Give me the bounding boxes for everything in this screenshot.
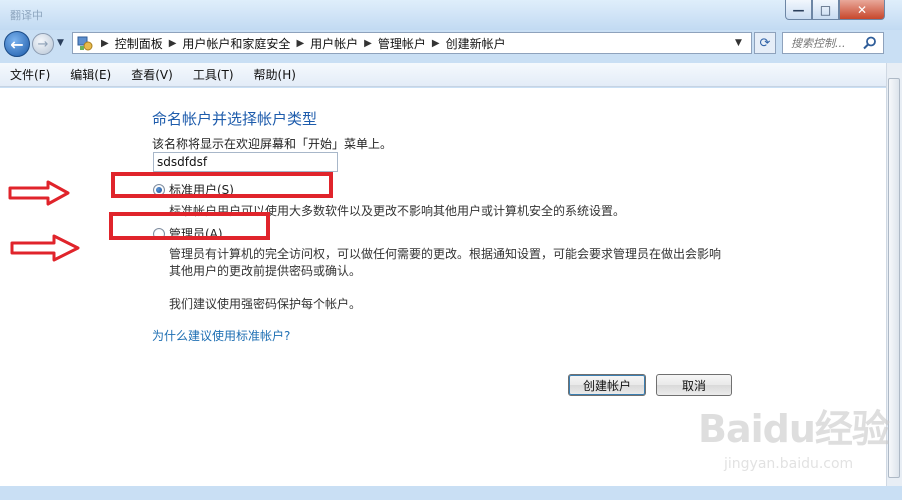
minimize-button[interactable]: — (785, 0, 812, 20)
menu-file[interactable]: 文件(F) (0, 66, 60, 83)
breadcrumb-manage-accounts[interactable]: 管理帐户 (378, 35, 426, 52)
administrator-description-line1: 管理员有计算机的完全访问权，可以做任何需要的更改。根据通知设置，可能会要求管理员… (169, 247, 722, 261)
create-account-button[interactable]: 创建帐户 (568, 374, 646, 396)
menu-edit[interactable]: 编辑(E) (60, 66, 121, 83)
title-bar (0, 0, 902, 30)
breadcrumb-control-panel[interactable]: 控制面板 (115, 35, 163, 52)
close-button[interactable]: ✕ (839, 0, 885, 20)
window-title: 翻译中 (10, 9, 43, 22)
menu-bar: 文件(F) 编辑(E) 查看(V) 工具(T) 帮助(H) (0, 63, 886, 87)
watermark-url: jingyan.baidu.com (724, 456, 854, 472)
annotation-box-standard (111, 172, 333, 198)
administrator-description-line2: 其他用户的更改前提供密码或确认。 (169, 264, 362, 278)
breadcrumb-user-accounts-family[interactable]: 用户帐户和家庭安全 (182, 35, 290, 52)
watermark: Baidu经验 jingyan.baidu.com (690, 398, 890, 488)
page-title: 命名帐户并选择帐户类型 (152, 110, 318, 128)
scrollbar-thumb[interactable] (888, 78, 900, 478)
recent-pages-chevron-icon[interactable]: ▼ (57, 38, 64, 48)
breadcrumb-create-account[interactable]: 创建新帐户 (446, 35, 506, 52)
breadcrumb-separator-icon: ▶ (364, 37, 372, 49)
menu-tools[interactable]: 工具(T) (183, 66, 244, 83)
maximize-button[interactable]: □ (812, 0, 839, 20)
name-description: 该名称将显示在欢迎屏幕和「开始」菜单上。 (152, 137, 393, 151)
breadcrumb-separator-icon: ▶ (101, 37, 109, 49)
address-bar[interactable]: ▶ 控制面板 ▶ 用户帐户和家庭安全 ▶ 用户帐户 ▶ 管理帐户 ▶ 创建新帐户 (72, 32, 752, 54)
breadcrumb-separator-icon: ▶ (296, 37, 305, 49)
cancel-button[interactable]: 取消 (656, 374, 732, 396)
window-bottom-border (0, 486, 902, 500)
refresh-icon[interactable]: ⟳ (754, 32, 776, 54)
address-dropdown-chevron-icon[interactable]: ▼ (735, 38, 742, 48)
menu-view[interactable]: 查看(V) (121, 66, 183, 83)
breadcrumb-separator-icon: ▶ (168, 37, 177, 49)
why-standard-account-link[interactable]: 为什么建议使用标准帐户? (152, 327, 290, 344)
annotation-arrow-icon (10, 234, 80, 262)
account-name-input[interactable] (153, 152, 338, 172)
control-panel-icon (75, 33, 95, 53)
annotation-arrow-icon (8, 180, 70, 206)
search-input[interactable] (791, 36, 861, 50)
forward-button[interactable]: → (32, 33, 54, 55)
breadcrumb-user-accounts[interactable]: 用户帐户 (310, 35, 358, 52)
baidu-logo: Baidu经验 (698, 407, 890, 451)
back-button[interactable]: ← (4, 31, 30, 57)
menu-help[interactable]: 帮助(H) (244, 66, 306, 83)
password-recommendation: 我们建议使用强密码保护每个帐户。 (169, 297, 362, 311)
breadcrumb-separator-icon: ▶ (431, 37, 440, 49)
search-icon[interactable] (862, 36, 878, 50)
annotation-box-admin (109, 212, 270, 240)
